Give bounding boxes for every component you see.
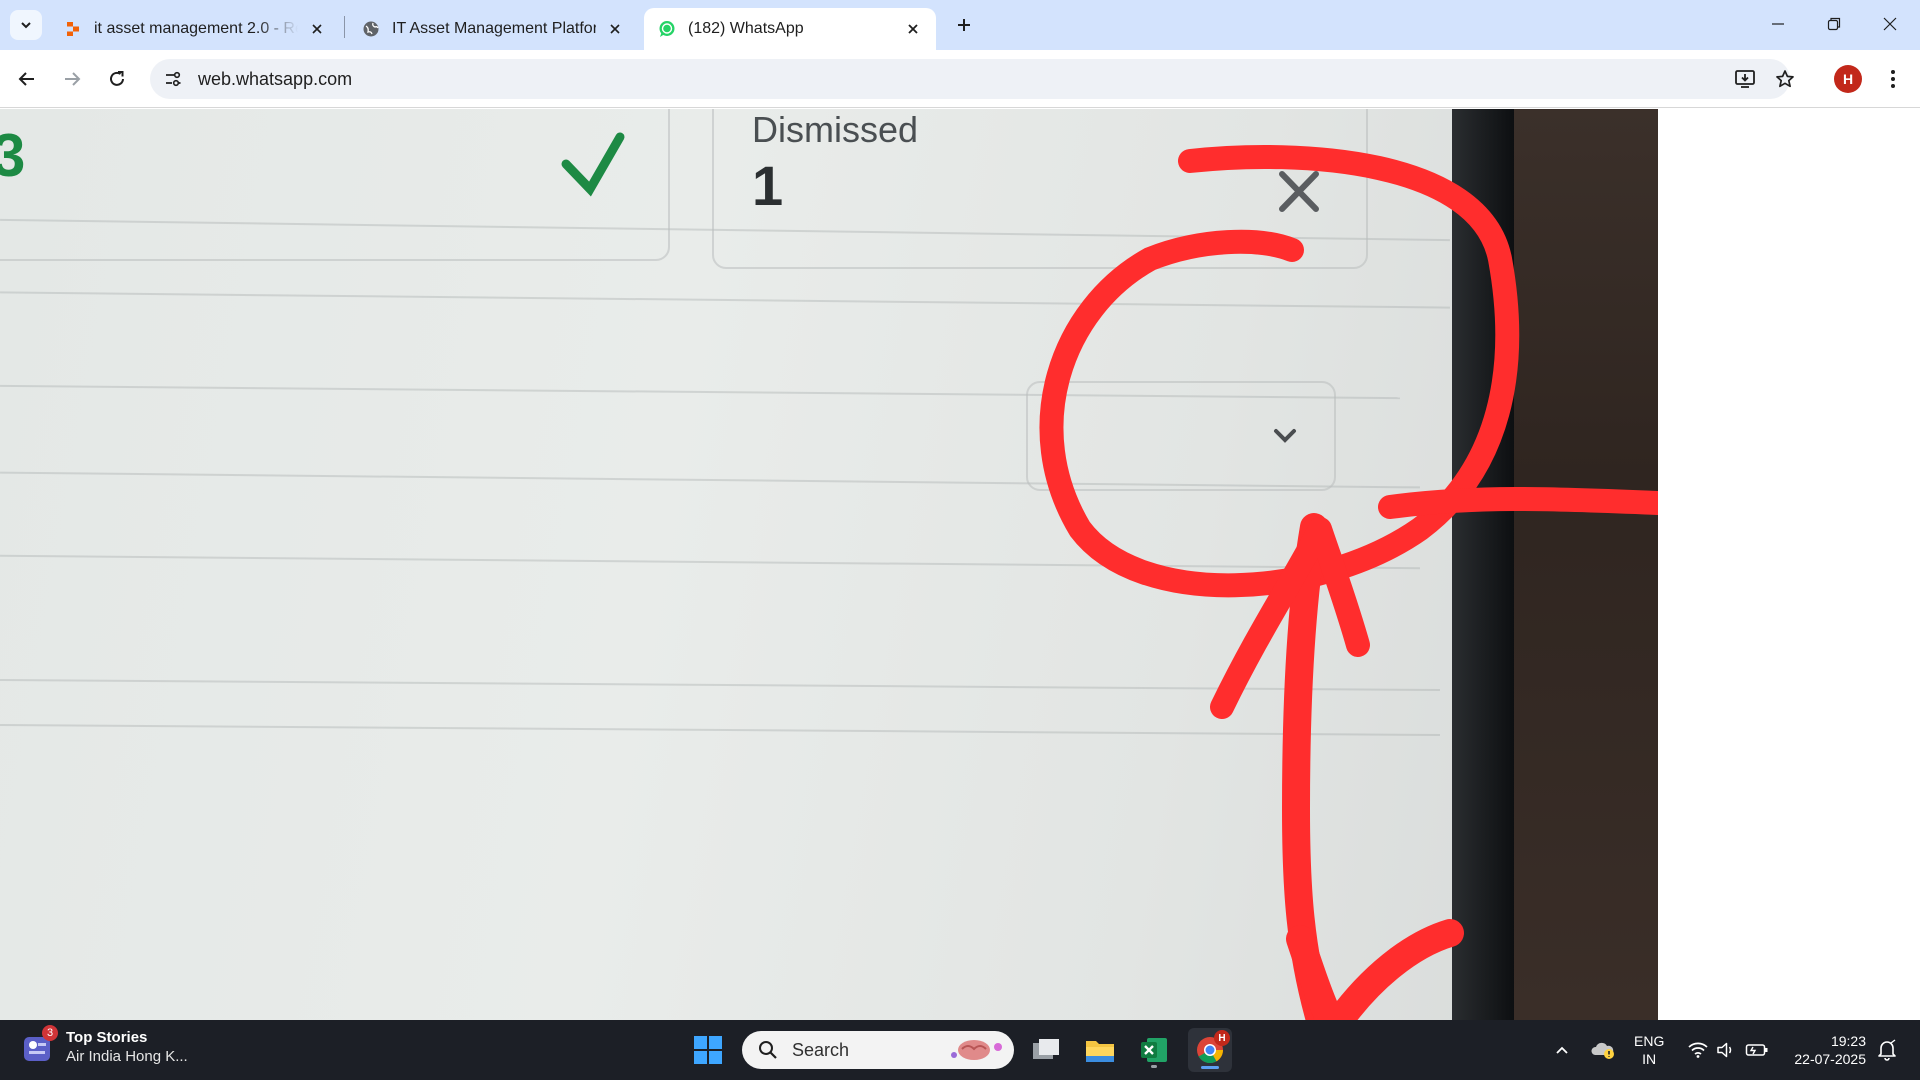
running-indicator	[1151, 1065, 1157, 1068]
page-viewport: 3 Dismissed 1	[0, 109, 1920, 1020]
network-button[interactable]	[1684, 1020, 1712, 1080]
start-button[interactable]	[686, 1028, 730, 1072]
plus-icon	[958, 19, 970, 31]
news-widget-icon: 3	[20, 1025, 58, 1065]
clock-time: 19:23	[1830, 1033, 1866, 1049]
site-info-icon[interactable]	[158, 64, 188, 94]
close-tab-icon[interactable]	[606, 20, 624, 38]
widget-subtitle: Air India Hong K...	[66, 1048, 188, 1065]
battery-button[interactable]	[1742, 1020, 1772, 1080]
photo-annotation-layer	[561, 132, 1658, 1020]
reload-button[interactable]	[100, 62, 134, 96]
tab-replit[interactable]: it asset management 2.0 - Replit	[50, 8, 340, 50]
restore-button[interactable]	[1806, 0, 1862, 48]
new-tab-button[interactable]	[948, 10, 980, 40]
whatsapp-icon	[658, 20, 676, 38]
close-tab-icon[interactable]	[904, 20, 922, 38]
chevron-down-icon	[21, 22, 31, 29]
tab-title: IT Asset Management Platform	[392, 20, 596, 37]
tab-whatsapp[interactable]: (182) WhatsApp	[644, 8, 936, 50]
forward-button[interactable]	[55, 62, 89, 96]
check-icon	[561, 132, 625, 197]
close-tab-icon[interactable]	[308, 20, 326, 38]
search-highlight-icon	[951, 1040, 1002, 1060]
search-placeholder: Search	[792, 1039, 850, 1060]
notification-bell-icon	[1878, 1039, 1896, 1061]
url-text: web.whatsapp.com	[198, 68, 353, 89]
news-widget[interactable]: 3 Top Stories Air India Hong K...	[20, 1025, 188, 1066]
back-button[interactable]	[10, 62, 44, 96]
reload-icon	[110, 71, 124, 86]
folder-icon	[1086, 1041, 1114, 1062]
globe-icon	[362, 20, 380, 38]
notifications-button[interactable]	[1872, 1020, 1902, 1080]
annotation-circle	[1039, 144, 1520, 598]
notification-badge: 3	[42, 1025, 58, 1041]
active-indicator	[1201, 1066, 1219, 1069]
task-view-icon	[1033, 1039, 1059, 1059]
photo-image: 3 Dismissed 1	[0, 109, 1658, 1020]
speaker-icon	[1717, 1042, 1732, 1058]
file-explorer-button[interactable]	[1078, 1028, 1122, 1072]
language-code: ENG	[1634, 1033, 1665, 1049]
volume-button[interactable]	[1712, 1020, 1740, 1080]
tab-search-button[interactable]	[10, 10, 42, 40]
battery-icon	[1745, 1044, 1768, 1056]
replit-icon	[64, 20, 82, 38]
chevron-down-icon	[1274, 429, 1296, 443]
minimize-button[interactable]	[1750, 0, 1806, 48]
language-indicator[interactable]: ENG IN	[1634, 1032, 1664, 1068]
system-clock[interactable]: 19:23 22-07-2025	[1782, 1032, 1866, 1068]
arrow-right-icon	[65, 72, 81, 86]
profile-avatar[interactable]: H	[1834, 65, 1862, 93]
task-view-button[interactable]	[1024, 1028, 1068, 1072]
annotation-arrowhead	[1286, 919, 1464, 1020]
wifi-icon	[1688, 1042, 1708, 1058]
bookmark-star-icon[interactable]	[1770, 64, 1800, 94]
widget-title: Top Stories	[66, 1029, 148, 1046]
restore-icon	[1827, 17, 1841, 31]
onedrive-button[interactable]	[1588, 1020, 1618, 1080]
clock-date: 22-07-2025	[1794, 1051, 1866, 1067]
windows-icon	[694, 1036, 722, 1064]
chrome-button[interactable]: H	[1188, 1028, 1232, 1072]
close-icon	[1883, 17, 1897, 31]
address-bar[interactable]: web.whatsapp.com	[150, 59, 1794, 99]
region-code: IN	[1642, 1051, 1657, 1067]
close-window-button[interactable]	[1862, 0, 1918, 48]
more-vertical-icon	[1891, 70, 1895, 88]
minimize-icon	[1772, 23, 1784, 25]
annotation-line	[1378, 487, 1658, 519]
excel-icon	[1141, 1038, 1167, 1062]
browser-menu-button[interactable]	[1880, 62, 1906, 96]
tab-title: it asset management 2.0 - Replit	[94, 20, 298, 37]
excel-button[interactable]	[1132, 1028, 1176, 1072]
chrome-profile-badge: H	[1214, 1030, 1230, 1046]
tab-it-asset-platform[interactable]: IT Asset Management Platform	[348, 8, 638, 50]
tab-separator	[344, 16, 345, 38]
arrow-left-icon	[18, 72, 34, 86]
tab-title: (182) WhatsApp	[688, 20, 804, 37]
taskbar-search[interactable]: Search	[742, 1031, 1014, 1069]
install-app-icon[interactable]	[1730, 64, 1760, 94]
onedrive-warning-icon	[1591, 1042, 1614, 1059]
show-hidden-icons-button[interactable]	[1550, 1020, 1574, 1080]
close-icon	[1279, 171, 1319, 212]
search-icon	[756, 1038, 780, 1062]
windows-taskbar: 3 Top Stories Air India Hong K... Search…	[0, 1020, 1920, 1080]
browser-toolbar: web.whatsapp.com H	[0, 50, 1920, 108]
chevron-up-icon	[1556, 1046, 1568, 1054]
tab-strip: it asset management 2.0 - Replit IT Asse…	[0, 0, 1920, 50]
